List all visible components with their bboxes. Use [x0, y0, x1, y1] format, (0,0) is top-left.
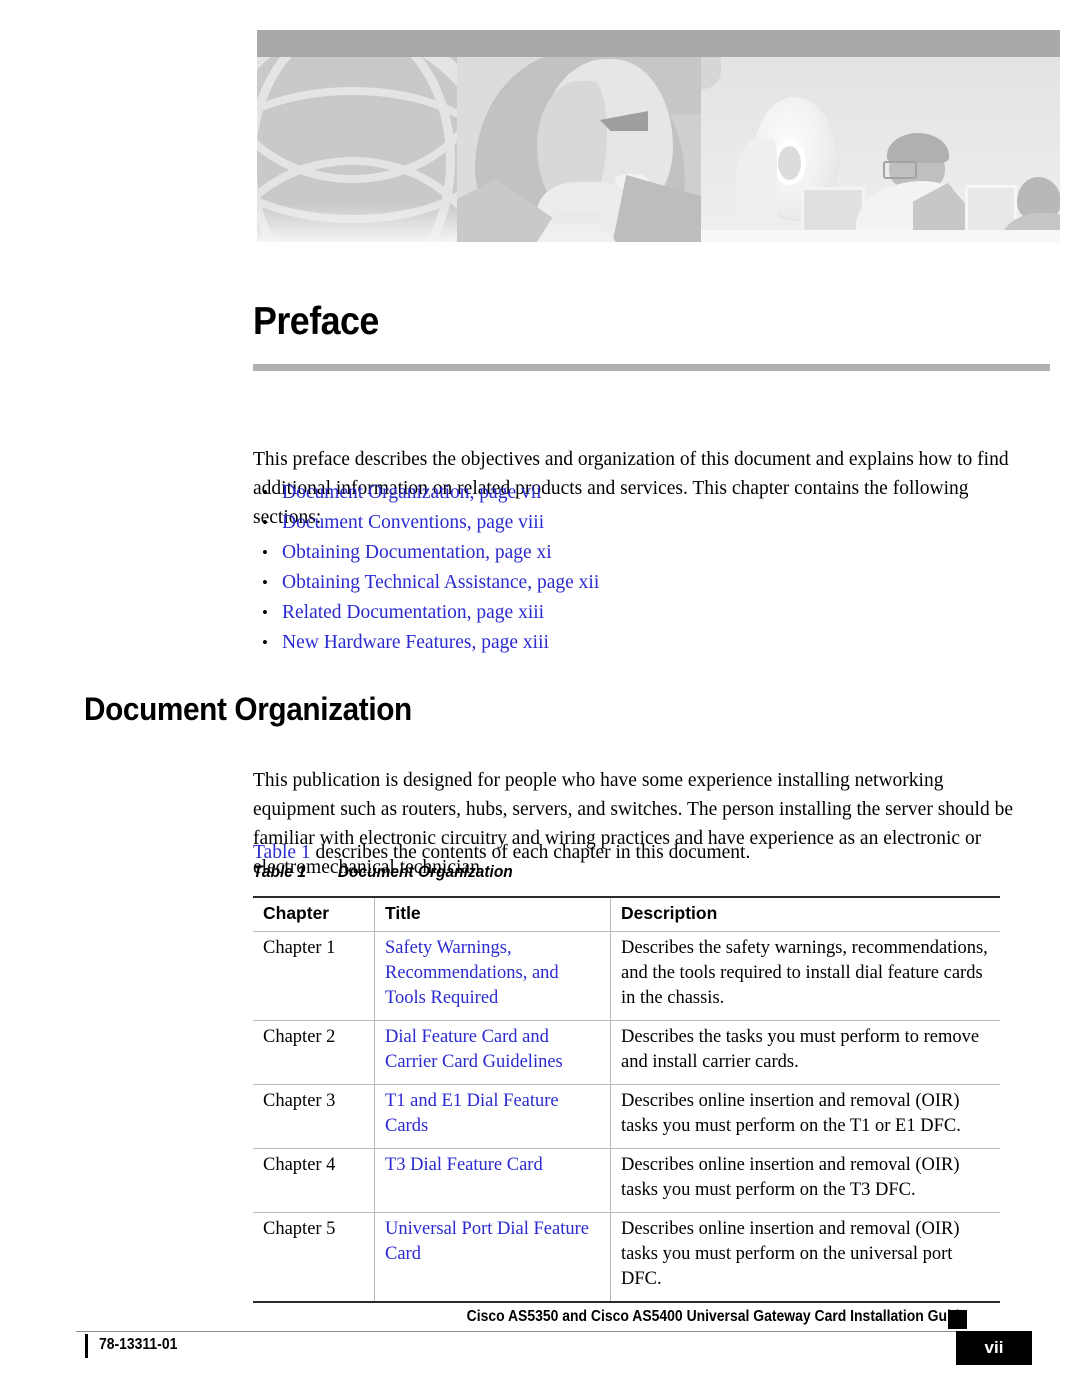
cell-chapter: Chapter 2 — [253, 1020, 375, 1085]
banner-workstation-panel — [701, 57, 1060, 242]
banner-top-band — [257, 30, 1060, 57]
section-link[interactable]: Obtaining Documentation, page xi — [282, 542, 552, 563]
list-item[interactable]: Obtaining Documentation, page xi — [253, 538, 1013, 568]
section-paragraph-2-rest: describes the contents of each chapter i… — [310, 841, 751, 863]
cell-chapter: Chapter 1 — [253, 931, 375, 1021]
globe-fade-overlay — [257, 204, 457, 242]
footer-marker-square — [948, 1310, 967, 1329]
hand-holding-disc-shape — [735, 139, 777, 229]
column-header-chapter: Chapter — [253, 896, 375, 932]
footer-tick-mark — [85, 1334, 88, 1358]
table-caption: Table 1 Document Organization — [253, 863, 513, 882]
cell-chapter: Chapter 5 — [253, 1212, 375, 1303]
table-head: Chapter Title Description — [253, 896, 1000, 932]
section-heading: Document Organization — [84, 691, 412, 727]
table-caption-title: Document Organization — [337, 863, 513, 881]
table-cross-reference-link[interactable]: Table 1 — [253, 842, 311, 863]
list-item[interactable]: Document Conventions, page viii — [253, 508, 1013, 538]
banner-artwork — [257, 57, 1060, 242]
section-link[interactable]: Document Organization, page vii — [282, 482, 542, 503]
column-header-title: Title — [374, 896, 611, 932]
eyeglasses-icon — [883, 161, 917, 179]
footer-divider — [76, 1331, 960, 1332]
globe-latitude-icon — [257, 57, 457, 183]
table-body: Chapter 1 Safety Warnings, Recommendatio… — [253, 931, 1000, 1303]
page-title: Preface — [253, 300, 379, 343]
list-item[interactable]: New Hardware Features, page xiii — [253, 628, 1013, 658]
section-link[interactable]: Related Documentation, page xiii — [282, 602, 544, 623]
footer-document-title: Cisco AS5350 and Cisco AS5400 Universal … — [466, 1308, 967, 1325]
list-item[interactable]: Related Documentation, page xiii — [253, 598, 1013, 628]
cell-title-link[interactable]: T1 and E1 Dial Feature Cards — [374, 1084, 611, 1149]
section-link[interactable]: New Hardware Features, page xiii — [282, 632, 549, 653]
cell-title-link[interactable]: T3 Dial Feature Card — [374, 1148, 611, 1213]
table-row: Chapter 5 Universal Port Dial Feature Ca… — [253, 1212, 1000, 1303]
page-banner-image — [257, 30, 1060, 242]
column-header-description: Description — [610, 896, 1000, 932]
table-caption-number: Table 1 — [253, 863, 306, 881]
footer-page-number: vii — [956, 1331, 1032, 1365]
cell-description: Describes the tasks you must perform to … — [610, 1020, 1000, 1085]
cell-title-link[interactable]: Safety Warnings, Recommendations, and To… — [374, 931, 611, 1021]
table-row: Chapter 3 T1 and E1 Dial Feature Cards D… — [253, 1084, 1000, 1149]
list-item[interactable]: Obtaining Technical Assistance, page xii — [253, 568, 1013, 598]
footer-document-number: 78-13311-01 — [99, 1336, 178, 1353]
section-links-list: Document Organization, page vii Document… — [253, 478, 1013, 658]
document-organization-table: Chapter Title Description Chapter 1 Safe… — [253, 896, 1000, 1303]
table-row: Chapter 1 Safety Warnings, Recommendatio… — [253, 931, 1000, 1021]
cell-description: Describes online insertion and removal (… — [610, 1148, 1000, 1213]
compact-disc-hole — [773, 141, 806, 185]
banner-globe-panel — [257, 57, 457, 242]
list-item[interactable]: Document Organization, page vii — [253, 478, 1013, 508]
cell-title-link[interactable]: Dial Feature Card and Carrier Card Guide… — [374, 1020, 611, 1085]
scene-floor — [701, 230, 1060, 242]
table-row: Chapter 4 T3 Dial Feature Card Describes… — [253, 1148, 1000, 1213]
title-divider — [253, 364, 1050, 371]
table-header-row: Chapter Title Description — [253, 896, 1000, 932]
section-link[interactable]: Obtaining Technical Assistance, page xii — [282, 572, 599, 593]
table-row: Chapter 2 Dial Feature Card and Carrier … — [253, 1020, 1000, 1085]
banner-face-panel — [457, 57, 701, 242]
cell-description: Describes online insertion and removal (… — [610, 1212, 1000, 1303]
cell-description: Describes the safety warnings, recommend… — [610, 931, 1000, 1021]
cell-chapter: Chapter 4 — [253, 1148, 375, 1213]
section-link[interactable]: Document Conventions, page viii — [282, 512, 544, 533]
cell-description: Describes online insertion and removal (… — [610, 1084, 1000, 1149]
cell-chapter: Chapter 3 — [253, 1084, 375, 1149]
cell-title-link[interactable]: Universal Port Dial Feature Card — [374, 1212, 611, 1303]
